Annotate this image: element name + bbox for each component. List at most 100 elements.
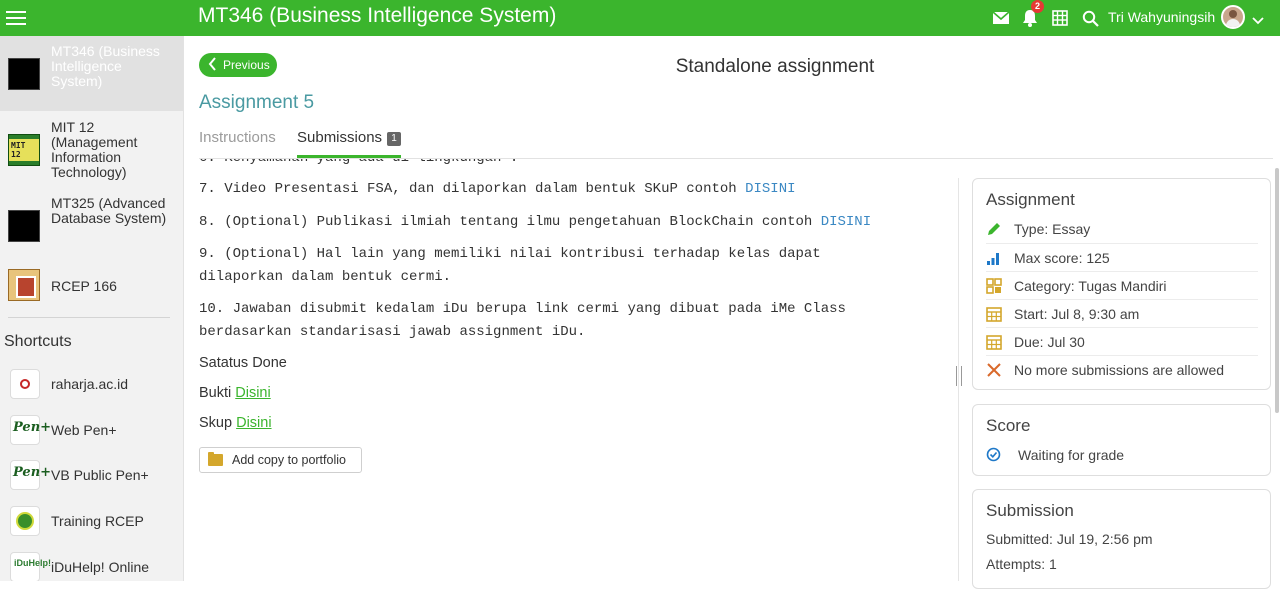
course-thumbnail-icon <box>8 58 40 90</box>
course-name: RCEP 166 <box>51 278 117 294</box>
shortcut-training-rcep[interactable]: Training RCEP <box>0 501 183 541</box>
course-thumbnail-icon <box>8 210 40 242</box>
status-text: Satatus Done <box>199 355 287 371</box>
course-name: MT346 (Business Intelligence System) <box>51 43 160 89</box>
sidebar-course-mt325[interactable]: MT325 (Advanced Database System) <box>0 190 183 265</box>
instruction-item-9-line2: dilaporkan dalam bentuk cermi. <box>199 269 452 285</box>
calendar-icon <box>986 334 1002 350</box>
info-row-category: Category: Tugas Mandiri <box>986 271 1258 299</box>
calendar-grid-icon[interactable] <box>1049 7 1071 29</box>
partial-text-line: 6. Kenyamanan yang ada di lingkungan . <box>199 159 939 170</box>
tab-instructions[interactable]: Instructions <box>199 129 276 146</box>
shortcut-web-pen[interactable]: Pen+ Web Pen+ <box>0 410 183 450</box>
bukti-line: Bukti Disini <box>199 385 939 401</box>
shortcut-label: iDuHelp! Online <box>51 559 150 575</box>
notification-count-badge: 2 <box>1031 0 1044 13</box>
menu-hamburger-icon[interactable] <box>6 8 26 26</box>
top-bar: MT346 (Business Intelligence System) 2 T… <box>0 0 1280 36</box>
bar-chart-icon <box>986 250 1002 266</box>
assignment-title: Assignment 5 <box>199 92 315 113</box>
item-8-link[interactable]: DISINI <box>821 214 871 230</box>
rcep-globe-icon <box>10 506 40 536</box>
course-name: MIT 12 (Management Information Technolog… <box>51 119 138 180</box>
shortcut-label: raharja.ac.id <box>51 376 129 392</box>
mail-icon[interactable] <box>990 7 1012 29</box>
previous-button[interactable]: Previous <box>199 53 277 77</box>
score-card: Score Waiting for grade <box>972 404 1271 476</box>
submitted-date: Submitted: Jul 19, 2:56 pm <box>986 531 1153 547</box>
info-text: Category: Tugas Mandiri <box>1014 278 1167 294</box>
chevron-left-icon <box>208 57 217 74</box>
shortcut-vb-public-pen[interactable]: Pen+ VB Public Pen+ <box>0 455 183 495</box>
panel-resize-handle[interactable] <box>956 366 962 386</box>
shortcut-raharja[interactable]: raharja.ac.id <box>0 364 183 404</box>
logo-text: Pen+ <box>13 420 52 435</box>
info-text: Start: Jul 8, 9:30 am <box>1014 306 1140 322</box>
portfolio-button-label: Add copy to portfolio <box>232 453 346 467</box>
attempts-count: Attempts: 1 <box>986 556 1057 572</box>
course-thumbnail-icon: MIT 12 <box>8 134 40 166</box>
app-title: MT346 (Business Intelligence System) <box>198 4 557 27</box>
previous-button-label: Previous <box>223 58 270 72</box>
info-text: Type: Essay <box>1014 221 1091 237</box>
page-scrollbar[interactable] <box>1275 168 1279 413</box>
user-avatar[interactable] <box>1221 5 1245 29</box>
category-grid-icon <box>986 278 1002 294</box>
logo-text: Pen+ <box>13 465 52 480</box>
submission-card: Submission Submitted: Jul 19, 2:56 pm At… <box>972 489 1271 589</box>
raharja-logo-icon <box>10 369 40 399</box>
bukti-link[interactable]: Disini <box>235 385 270 401</box>
sidebar-course-mt346[interactable]: MT346 (Business Intelligence System) <box>0 36 183 111</box>
info-row-due: Due: Jul 30 <box>986 327 1258 355</box>
assignment-info-card: Assignment Type: Essay Max score: 125 Ca… <box>972 178 1271 390</box>
card-title: Score <box>986 416 1031 435</box>
tab-submissions[interactable]: Submissions 1 <box>297 129 402 146</box>
info-text: No more submissions are allowed <box>1014 362 1225 378</box>
chevron-down-icon[interactable] <box>1252 12 1264 30</box>
tab-label: Submissions <box>297 129 383 146</box>
close-x-icon <box>986 362 1002 378</box>
instruction-text: 8. (Optional) Publikasi ilmiah tentang i… <box>199 214 821 230</box>
course-thumbnail-text: MIT 12 <box>9 139 39 161</box>
submission-count-badge: 1 <box>387 132 402 146</box>
info-row-type: Type: Essay <box>986 215 1258 243</box>
sidebar-divider <box>8 317 170 318</box>
shortcut-label: Training RCEP <box>51 513 144 529</box>
search-icon[interactable] <box>1079 7 1101 29</box>
skup-link[interactable]: Disini <box>236 415 271 431</box>
shortcuts-heading: Shortcuts <box>4 333 72 350</box>
course-thumbnail-icon <box>8 269 40 301</box>
submission-content: 6. Kenyamanan yang ada di lingkungan . 7… <box>199 159 949 581</box>
shortcut-label: Web Pen+ <box>51 422 117 438</box>
user-name[interactable]: Tri Wahyuningsih <box>1108 9 1215 25</box>
shortcut-iduhelp[interactable]: iDuHelp! iDuHelp! Online <box>0 547 183 581</box>
info-row-max-score: Max score: 125 <box>986 243 1258 271</box>
pencil-icon <box>986 221 1002 237</box>
info-row-start: Start: Jul 8, 9:30 am <box>986 299 1258 327</box>
grade-status: Waiting for grade <box>1018 447 1125 463</box>
skup-label: Skup <box>199 415 237 431</box>
sidebar-course-rcep166[interactable]: RCEP 166 <box>0 262 183 308</box>
logo-text: iDuHelp! <box>14 558 51 568</box>
sidebar-course-mit12[interactable]: MIT 12 MIT 12 (Management Information Te… <box>0 114 183 189</box>
page-title: Standalone assignment <box>675 56 875 77</box>
pen-plus-logo-icon: Pen+ <box>10 460 51 490</box>
folder-icon <box>208 452 223 466</box>
instruction-item-10-line2: berdasarkan standarisasi jawab assignmen… <box>199 324 586 340</box>
sidebar: MT346 (Business Intelligence System) MIT… <box>0 36 184 581</box>
pen-plus-logo-icon: Pen+ <box>10 415 51 445</box>
course-name: MT325 (Advanced Database System) <box>51 195 167 226</box>
clock-check-icon <box>986 447 1001 467</box>
instruction-item-9-line1: 9. (Optional) Hal lain yang memiliki nil… <box>199 246 821 262</box>
iduhelp-logo-icon: iDuHelp! <box>10 552 51 581</box>
add-to-portfolio-button[interactable]: Add copy to portfolio <box>199 447 362 473</box>
bukti-label: Bukti <box>199 385 236 401</box>
item-7-link[interactable]: DISINI <box>745 181 795 197</box>
card-title: Assignment <box>986 190 1075 209</box>
skup-line: Skup Disini <box>199 415 939 431</box>
instruction-item-7: 7. Video Presentasi FSA, dan dilaporkan … <box>199 178 939 201</box>
info-row-submission-limit: No more submissions are allowed <box>986 355 1258 383</box>
instruction-text: 7. Video Presentasi FSA, dan dilaporkan … <box>199 181 746 197</box>
instruction-item-10-line1: 10. Jawaban disubmit kedalam iDu berupa … <box>199 301 846 317</box>
calendar-icon <box>986 306 1002 322</box>
